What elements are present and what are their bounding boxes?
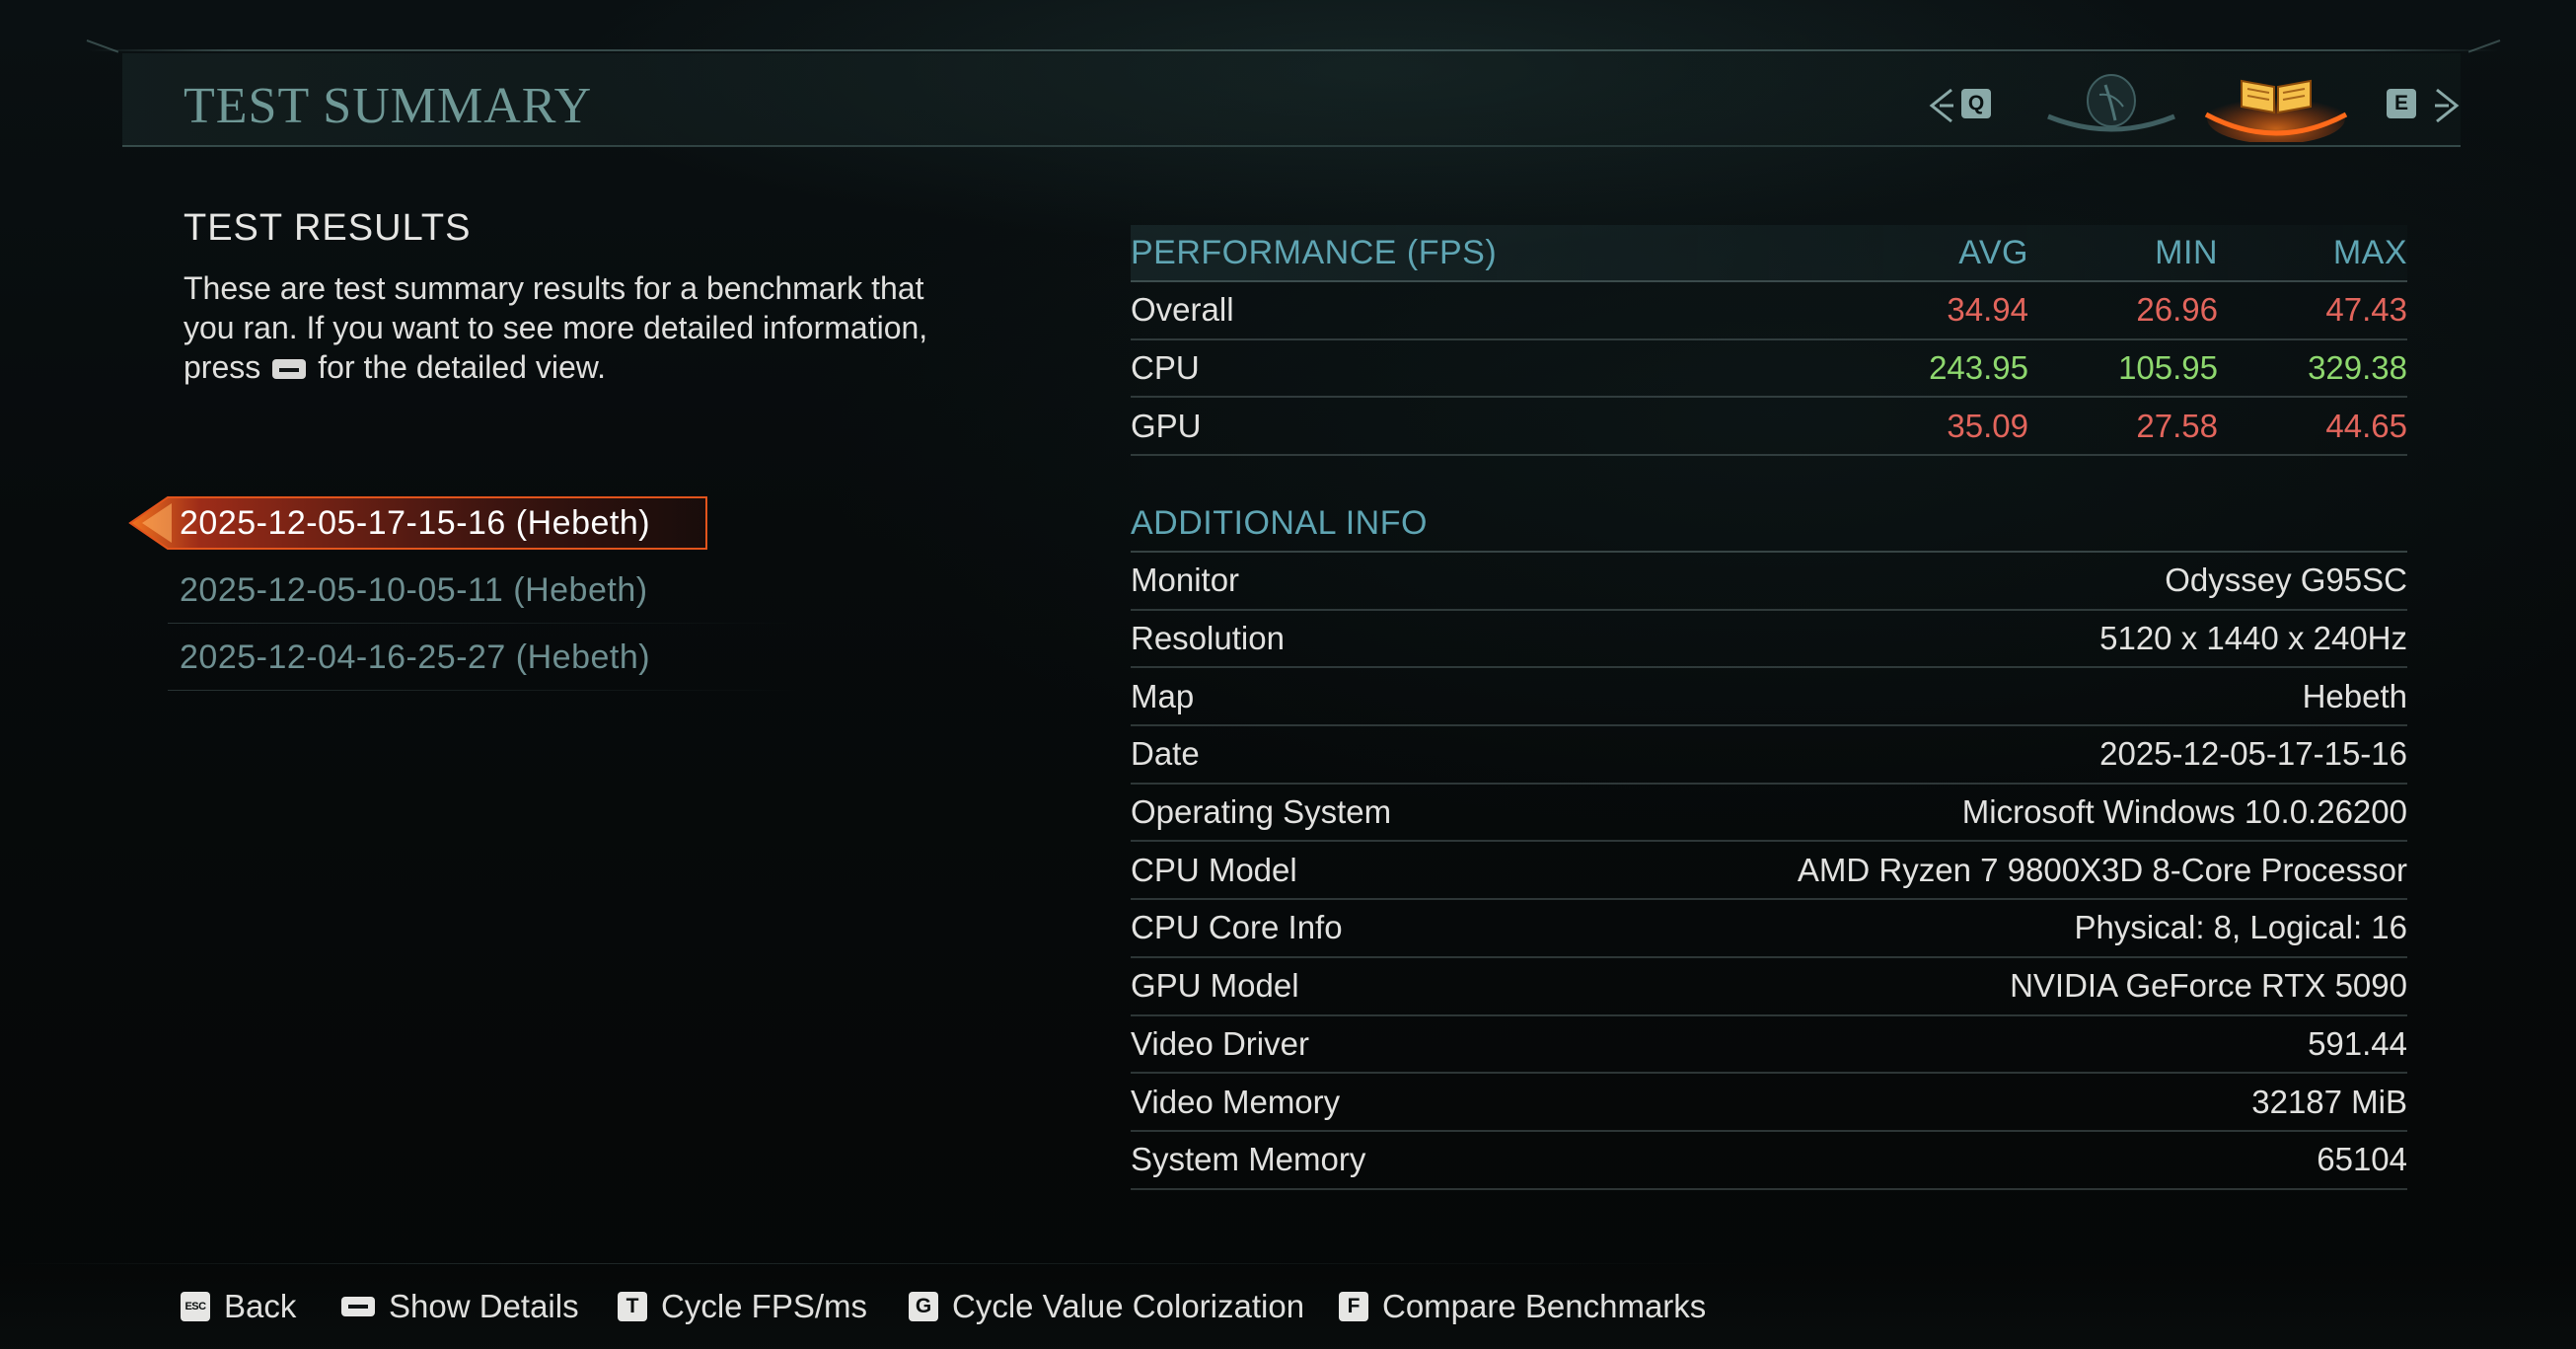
info-label: Video Memory — [1131, 1083, 1341, 1120]
column-max: MAX — [2332, 233, 2407, 271]
max-value: 47.43 — [2325, 291, 2407, 329]
g-key-icon: G — [909, 1292, 938, 1321]
info-label: Date — [1131, 735, 1200, 773]
info-row-video-memory: Video Memory 32187 MiB — [1131, 1074, 2407, 1132]
additional-info-heading: ADDITIONAL INFO — [1131, 503, 1428, 542]
info-value: NVIDIA GeForce RTX 5090 — [2010, 967, 2407, 1005]
info-value: 65104 — [2317, 1141, 2407, 1178]
avg-value: 34.94 — [1947, 291, 2028, 329]
performance-row-gpu: GPU 35.09 27.58 44.65 — [1131, 398, 2407, 457]
performance-table: PERFORMANCE (FPS) AVG MIN MAX Overall 34… — [1131, 225, 2407, 457]
column-min: MIN — [2155, 233, 2218, 271]
max-value: 329.38 — [2308, 349, 2407, 387]
hint-back[interactable]: ESC Back — [181, 1288, 297, 1324]
hint-label: Cycle FPS/ms — [661, 1288, 868, 1324]
info-row-cpu-core-info: CPU Core Info Physical: 8, Logical: 16 — [1131, 900, 2407, 958]
info-label: Map — [1131, 677, 1195, 714]
info-value: AMD Ryzen 7 9800X3D 8-Core Processor — [1797, 851, 2407, 888]
run-list-item[interactable]: 2025-12-05-10-05-11 (Hebeth) — [128, 557, 898, 624]
additional-info-table: ADDITIONAL INFO Monitor Odyssey G95SC Re… — [1131, 495, 2407, 1190]
min-value: 26.96 — [2136, 291, 2218, 329]
nav-next-key[interactable]: E — [2387, 89, 2416, 118]
hint-compare-benchmarks[interactable]: F Compare Benchmarks — [1339, 1288, 1707, 1324]
benchmark-run-list: 2025-12-05-17-15-16 (Hebeth) 2025-12-05-… — [128, 489, 1016, 691]
info-value: Hebeth — [2302, 677, 2407, 714]
nav-prev-arrow-icon[interactable] — [1926, 87, 1955, 124]
max-value: 44.65 — [2325, 407, 2407, 444]
hint-label: Show Details — [389, 1288, 579, 1324]
header-divider — [122, 145, 2461, 147]
run-list-item-selected[interactable]: 2025-12-05-17-15-16 (Hebeth) — [128, 489, 898, 557]
info-row-date: Date 2025-12-05-17-15-16 — [1131, 726, 2407, 785]
info-value: 32187 MiB — [2251, 1083, 2407, 1120]
show-details-key-icon — [272, 359, 307, 379]
t-key-icon: T — [618, 1292, 647, 1321]
row-label: Overall — [1131, 291, 1234, 329]
hint-label: Back — [224, 1288, 297, 1324]
performance-heading: PERFORMANCE (FPS) — [1131, 233, 1498, 271]
info-row-resolution: Resolution 5120 x 1440 x 240Hz — [1131, 611, 2407, 669]
run-label: 2025-12-05-17-15-16 (Hebeth) — [180, 504, 651, 542]
info-row-gpu-model: GPU Model NVIDIA GeForce RTX 5090 — [1131, 958, 2407, 1016]
info-row-monitor: Monitor Odyssey G95SC — [1131, 553, 2407, 611]
info-value: Physical: 8, Logical: 16 — [2074, 909, 2407, 946]
test-results-heading: TEST RESULTS — [184, 207, 472, 249]
run-divider — [168, 690, 799, 691]
benchmark-summary-screen: TEST SUMMARY Q E TEST RESULTS These are … — [0, 0, 2576, 1349]
info-value: 2025-12-05-17-15-16 — [2099, 735, 2407, 773]
info-label: CPU Model — [1131, 851, 1297, 888]
hint-label: Cycle Value Colorization — [952, 1288, 1305, 1324]
hint-label: Compare Benchmarks — [1382, 1288, 1707, 1324]
info-label: Video Driver — [1131, 1024, 1309, 1062]
frame-top-border — [87, 49, 2500, 51]
open-book-icon — [2204, 79, 2348, 144]
info-row-cpu-model: CPU Model AMD Ryzen 7 9800X3D 8-Core Pro… — [1131, 842, 2407, 901]
run-label: 2025-12-05-10-05-11 (Hebeth) — [180, 571, 648, 609]
info-value: Microsoft Windows 10.0.26200 — [1961, 793, 2407, 831]
info-label: Monitor — [1131, 562, 1240, 599]
hint-cycle-colorization[interactable]: G Cycle Value Colorization — [909, 1288, 1305, 1324]
run-label: 2025-12-04-16-25-27 (Hebeth) — [180, 638, 651, 676]
info-row-operating-system: Operating System Microsoft Windows 10.0.… — [1131, 785, 2407, 843]
hint-show-details[interactable]: Show Details — [341, 1288, 579, 1324]
row-label: CPU — [1131, 349, 1200, 387]
f-key-icon: F — [1339, 1292, 1368, 1321]
hint-cycle-fps-ms[interactable]: T Cycle FPS/ms — [618, 1288, 868, 1324]
info-row-map: Map Hebeth — [1131, 668, 2407, 727]
info-value: 5120 x 1440 x 240Hz — [2099, 620, 2407, 657]
nav-next-arrow-icon[interactable] — [2433, 87, 2463, 124]
column-avg: AVG — [1958, 233, 2028, 271]
min-value: 105.95 — [2118, 349, 2218, 387]
nav-prev-key[interactable]: Q — [1961, 89, 1991, 118]
performance-row-cpu: CPU 243.95 105.95 329.38 — [1131, 340, 2407, 399]
avg-value: 243.95 — [1929, 349, 2028, 387]
run-list-item[interactable]: 2025-12-04-16-25-27 (Hebeth) — [128, 624, 898, 691]
info-row-video-driver: Video Driver 591.44 — [1131, 1016, 2407, 1075]
info-label: CPU Core Info — [1131, 909, 1343, 946]
info-label: System Memory — [1131, 1141, 1366, 1178]
description-text-part2: for the detailed view. — [318, 349, 606, 385]
footer-divider — [0, 1263, 1776, 1264]
row-label: GPU — [1131, 407, 1202, 444]
info-value: Odyssey G95SC — [2165, 562, 2407, 599]
spacebar-key-icon — [341, 1297, 375, 1316]
tab-character[interactable] — [2042, 65, 2180, 138]
min-value: 27.58 — [2136, 407, 2218, 444]
test-results-description: These are test summary results for a ben… — [184, 268, 973, 387]
avg-value: 35.09 — [1947, 407, 2028, 444]
performance-row-overall: Overall 34.94 26.96 47.43 — [1131, 282, 2407, 340]
character-portrait-icon — [2047, 74, 2175, 132]
page-title: TEST SUMMARY — [184, 78, 593, 134]
info-label: Operating System — [1131, 793, 1392, 831]
info-label: GPU Model — [1131, 967, 1299, 1005]
info-label: Resolution — [1131, 620, 1285, 657]
performance-table-header: PERFORMANCE (FPS) AVG MIN MAX — [1131, 225, 2407, 282]
tab-journal[interactable] — [2202, 65, 2350, 144]
info-row-system-memory: System Memory 65104 — [1131, 1132, 2407, 1190]
esc-key-icon: ESC — [181, 1292, 210, 1321]
info-value: 591.44 — [2308, 1024, 2407, 1062]
additional-info-header: ADDITIONAL INFO — [1131, 495, 2407, 553]
